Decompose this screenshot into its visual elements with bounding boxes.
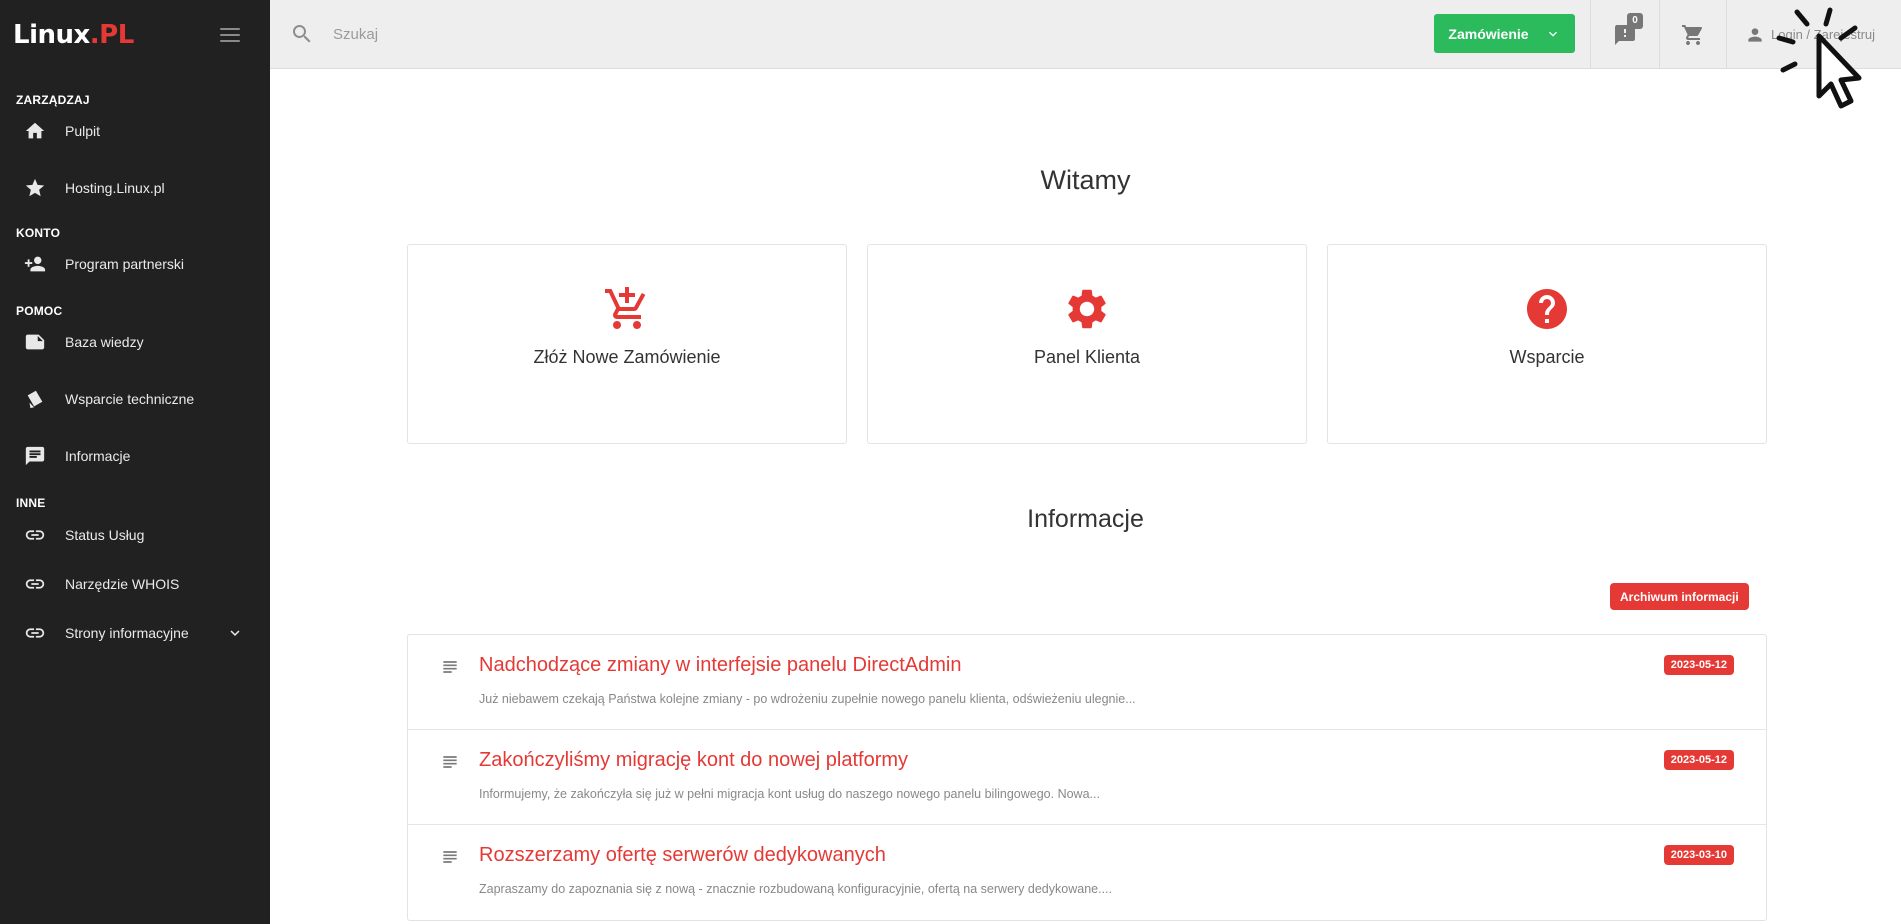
sidebar-item-status[interactable]: Status Usług xyxy=(0,510,270,559)
hamburger-icon[interactable] xyxy=(220,28,240,42)
person-icon xyxy=(1748,27,1762,42)
notifications-button[interactable]: 0 xyxy=(1590,0,1659,69)
page-title: Witamy xyxy=(1040,165,1131,195)
sidebar-item-label: Status Usług xyxy=(65,526,145,543)
sidebar-item-affiliate[interactable]: Program partnerski xyxy=(0,235,270,292)
sidebar-item-whois[interactable]: Narzędzie WHOIS xyxy=(0,559,270,608)
card-support[interactable]: Wsparcie xyxy=(1327,244,1767,444)
logo-accent: PL xyxy=(99,20,134,50)
chevron-down-icon xyxy=(1548,31,1557,37)
news-excerpt: Informujemy, że zakończyła się już w peł… xyxy=(479,787,1100,801)
note-icon xyxy=(24,331,46,353)
sidebar-item-announcements[interactable]: Informacje xyxy=(0,427,270,484)
sidebar-item-support[interactable]: Wsparcie techniczne xyxy=(0,370,270,427)
card-title: Złóż Nowe Zamówienie xyxy=(533,347,721,367)
news-date-badge: 2023-05-12 xyxy=(1663,655,1734,675)
subject-icon xyxy=(440,752,460,772)
news-date-badge: 2023-03-10 xyxy=(1663,845,1734,865)
link-icon xyxy=(24,573,46,595)
news-title[interactable]: Zakończyliśmy migrację kont do nowej pla… xyxy=(479,749,908,772)
search-input[interactable] xyxy=(333,25,1133,43)
cart-button[interactable] xyxy=(1659,0,1726,69)
sidebar-item-label: Wsparcie techniczne xyxy=(65,390,195,407)
subject-icon xyxy=(440,657,460,677)
card-client-panel[interactable]: Panel Klienta xyxy=(867,244,1307,444)
main-content: Witamy Złóż Nowe Zamówienie Panel Klient… xyxy=(270,69,1901,924)
logo-dot: . xyxy=(89,20,100,50)
card-title: Wsparcie xyxy=(1509,347,1585,367)
star-icon xyxy=(24,177,46,199)
section-heading-announcements: Informacje xyxy=(1027,505,1144,533)
link-icon xyxy=(24,622,46,644)
news-list: Nadchodzące zmiany w interfejsie panelu … xyxy=(407,634,1767,921)
news-excerpt: Zapraszamy do zapoznania się z nową - zn… xyxy=(479,882,1112,896)
announcement-icon xyxy=(24,445,46,467)
sidebar-item-label: Baza wiedzy xyxy=(65,333,144,350)
logo[interactable]: Linux.PL xyxy=(13,20,134,50)
order-button-label: Zamówienie xyxy=(1448,25,1529,42)
search-icon[interactable] xyxy=(290,22,314,46)
cart-icon xyxy=(1682,24,1703,45)
logo-row: Linux.PL xyxy=(0,0,270,70)
logo-main: Linux xyxy=(13,20,90,50)
sidebar-item-label: Hosting.Linux.pl xyxy=(65,179,165,196)
sidebar-item-label: Informacje xyxy=(65,447,131,464)
sidebar-item-label: Narzędzie WHOIS xyxy=(65,575,180,592)
news-item[interactable]: Zakończyliśmy migrację kont do nowej pla… xyxy=(408,730,1766,825)
ticket-icon xyxy=(24,388,46,410)
sidebar-item-label: Program partnerski xyxy=(65,255,185,272)
help-circle-icon xyxy=(1523,285,1571,333)
news-title[interactable]: Nadchodzące zmiany w interfejsie panelu … xyxy=(479,654,961,677)
sidebar-item-label: Pulpit xyxy=(65,122,101,139)
archive-button[interactable]: Archiwum informacji xyxy=(1610,583,1749,610)
news-item[interactable]: Rozszerzamy ofertę serwerów dedykowanych… xyxy=(408,825,1766,920)
subject-icon xyxy=(440,847,460,867)
news-excerpt: Już niebawem czekają Państwa kolejne zmi… xyxy=(479,692,1136,706)
section-title-other: INNE xyxy=(16,496,46,510)
cart-plus-icon xyxy=(603,285,651,333)
card-title: Panel Klienta xyxy=(1033,347,1141,367)
notifications-badge: 0 xyxy=(1627,13,1643,29)
order-button[interactable]: Zamówienie xyxy=(1434,14,1575,53)
login-register-link[interactable]: Login / Zarejestruj xyxy=(1726,0,1901,69)
sidebar-item-info-pages[interactable]: Strony informacyjne xyxy=(0,608,270,657)
person-add-icon xyxy=(24,253,46,275)
chevron-down-icon[interactable] xyxy=(226,624,244,642)
news-item[interactable]: Nadchodzące zmiany w interfejsie panelu … xyxy=(408,635,1766,730)
sidebar-item-knowledgebase[interactable]: Baza wiedzy xyxy=(0,313,270,370)
sidebar: Linux.PL ZARZĄDZAJ Pulpit Hosting.Linux.… xyxy=(0,0,270,924)
gear-icon xyxy=(1063,285,1111,333)
login-register-label: Login / Zarejestruj xyxy=(1771,27,1876,42)
card-new-order[interactable]: Złóż Nowe Zamówienie xyxy=(407,244,847,444)
link-icon xyxy=(24,524,46,546)
news-title[interactable]: Rozszerzamy ofertę serwerów dedykowanych xyxy=(479,844,886,867)
sidebar-item-hosting[interactable]: Hosting.Linux.pl xyxy=(0,159,270,216)
topbar: Zamówienie 0 Login / Zarejestruj xyxy=(270,0,1901,69)
news-date-badge: 2023-05-12 xyxy=(1663,750,1734,770)
sidebar-item-dashboard[interactable]: Pulpit xyxy=(0,102,270,159)
home-icon xyxy=(24,120,46,142)
sidebar-item-label: Strony informacyjne xyxy=(65,624,189,641)
